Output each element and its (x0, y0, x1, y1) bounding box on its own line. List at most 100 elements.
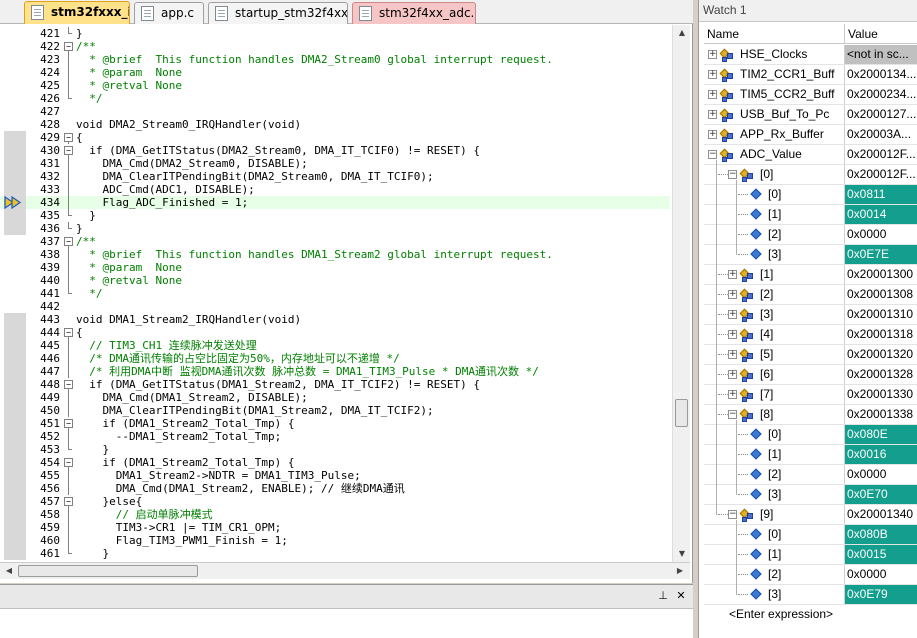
breakpoint-slot[interactable] (4, 274, 26, 287)
horizontal-scroll-thumb[interactable] (18, 565, 198, 577)
breakpoint-slot[interactable] (4, 144, 26, 157)
breakpoint-slot[interactable] (4, 469, 26, 482)
breakpoint-slot[interactable] (4, 430, 26, 443)
watch-item-value[interactable]: 0x20001328 (844, 365, 917, 384)
watch-item-value[interactable]: 0x080E (844, 425, 917, 444)
collapse-icon[interactable]: − (728, 510, 737, 519)
expand-icon[interactable]: + (708, 90, 717, 99)
pin-icon[interactable]: ⊥ (656, 589, 670, 603)
scroll-left-arrow-icon[interactable]: ◀ (1, 563, 17, 578)
collapse-icon[interactable]: − (64, 497, 73, 506)
code-line[interactable]: 423 * @brief This function handles DMA2_… (0, 53, 670, 66)
code-line[interactable]: 437−/** (0, 235, 670, 248)
fold-marker[interactable]: − (64, 131, 73, 144)
watch-item-value[interactable]: 0x200012F... (844, 145, 917, 164)
breakpoint-slot[interactable] (4, 248, 26, 261)
fold-marker[interactable]: − (64, 326, 73, 339)
code-line[interactable]: 447 /* 利用DMA中断 监视DMA通讯次数 脉冲总数 = DMA1_TIM… (0, 365, 670, 378)
collapse-icon[interactable]: − (64, 42, 73, 51)
watch-item-value[interactable]: 0x20001300 (844, 265, 917, 284)
watch-row[interactable]: + [7] 0x20001330 (704, 385, 917, 405)
watch-item-value[interactable]: 0x20001340 (844, 505, 917, 524)
breakpoint-slot[interactable] (4, 183, 26, 196)
watch-item-value[interactable]: 0x2000127... (844, 105, 917, 124)
code-line[interactable]: 448− if (DMA_GetITStatus(DMA1_Stream2, D… (0, 378, 670, 391)
code-line[interactable]: 456 DMA_Cmd(DMA1_Stream2, ENABLE); // 继续… (0, 482, 670, 495)
expand-icon[interactable]: + (728, 270, 737, 279)
code-line[interactable]: 459 TIM3->CR1 |= TIM_CR1_OPM; (0, 521, 670, 534)
code-line[interactable]: 428 void DMA2_Stream0_IRQHandler(void) (0, 118, 670, 131)
breakpoint-slot[interactable] (4, 326, 26, 339)
watch-item-value[interactable]: 0x0000 (844, 465, 917, 484)
fold-marker[interactable]: − (64, 235, 73, 248)
breakpoint-slot[interactable] (4, 378, 26, 391)
watch-row[interactable]: + TIM5_CCR2_Buff 0x2000234... (704, 85, 917, 105)
close-icon[interactable]: ✕ (674, 589, 688, 603)
watch-item-value[interactable]: 0x0015 (844, 545, 917, 564)
scroll-up-arrow-icon[interactable]: ▲ (674, 25, 690, 40)
watch-item-value[interactable]: 0x0E70 (844, 485, 917, 504)
collapse-icon[interactable]: − (64, 458, 73, 467)
vertical-scrollbar[interactable]: ▲ ▼ (672, 25, 690, 562)
watch-row[interactable]: + [6] 0x20001328 (704, 365, 917, 385)
breakpoint-slot[interactable] (4, 66, 26, 79)
fold-marker[interactable]: − (64, 417, 73, 430)
code-area[interactable]: 421} 422−/** 423 * @brief This function ha… (0, 25, 693, 562)
watch-item-value[interactable]: 0x0016 (844, 445, 917, 464)
tab-stm32fxxx-it-c[interactable]: stm32fxxx_it.c (24, 1, 130, 24)
expand-icon[interactable]: + (728, 310, 737, 319)
code-line[interactable]: 444−{ (0, 326, 670, 339)
watch-item-value[interactable]: 0x0811 (844, 185, 917, 204)
code-line[interactable]: 432 DMA_ClearITPendingBit(DMA2_Stream0, … (0, 170, 670, 183)
collapse-icon[interactable]: − (708, 150, 717, 159)
code-line[interactable]: 421} (0, 27, 670, 40)
watch-item-value[interactable]: 0x0014 (844, 205, 917, 224)
vertical-scroll-thumb[interactable] (675, 399, 688, 427)
breakpoint-slot[interactable] (4, 443, 26, 456)
code-line[interactable]: 458 // 启动单脉冲模式 (0, 508, 670, 521)
watch-item-value[interactable]: 0x2000234... (844, 85, 917, 104)
scroll-down-arrow-icon[interactable]: ▼ (674, 546, 690, 561)
expand-icon[interactable]: + (708, 50, 717, 59)
watch-row[interactable]: + [4] 0x20001318 (704, 325, 917, 345)
tab-app-c[interactable]: app.c (134, 2, 204, 24)
watch-row[interactable]: − ADC_Value 0x200012F... (704, 145, 917, 165)
tab-stm32f4xx-adc-h[interactable]: stm32f4xx_adc.h (352, 2, 476, 24)
watch-item-value[interactable]: 0x20001318 (844, 325, 917, 344)
code-line[interactable]: 445 // TIM3_CH1 连续脉冲发送处理 (0, 339, 670, 352)
breakpoint-slot[interactable] (4, 300, 26, 313)
code-line[interactable]: 442 (0, 300, 670, 313)
breakpoint-slot[interactable] (4, 209, 26, 222)
watch-item-value[interactable]: 0x0000 (844, 225, 917, 244)
breakpoint-slot[interactable] (4, 287, 26, 300)
collapse-icon[interactable]: − (64, 328, 73, 337)
code-line[interactable]: 453 } (0, 443, 670, 456)
code-line[interactable]: 446 /* DMA通讯传输的占空比固定为50%，内存地址可以不递增 */ (0, 352, 670, 365)
watch-row[interactable]: + HSE_Clocks <not in sc... (704, 45, 917, 65)
breakpoint-slot[interactable] (4, 170, 26, 183)
code-line[interactable]: 461 } (0, 547, 670, 560)
code-line[interactable]: 455 DMA1_Stream2->NDTR = DMA1_TIM3_Pulse… (0, 469, 670, 482)
breakpoint-slot[interactable] (4, 417, 26, 430)
collapse-icon[interactable]: − (64, 237, 73, 246)
watch-item-value[interactable]: <not in sc... (844, 45, 917, 64)
watch-item-value[interactable]: 0x0000 (844, 565, 917, 584)
breakpoint-slot[interactable] (4, 313, 26, 326)
breakpoint-slot[interactable] (4, 118, 26, 131)
column-value-header[interactable]: Value (844, 24, 917, 44)
watch-item-value[interactable]: 0x2000134... (844, 65, 917, 84)
breakpoint-slot[interactable] (4, 365, 26, 378)
code-line[interactable]: 457− }else{ (0, 495, 670, 508)
breakpoint-slot[interactable] (4, 482, 26, 495)
code-line[interactable]: 425 * @retval None (0, 79, 670, 92)
watch-row[interactable]: + [2] 0x20001308 (704, 285, 917, 305)
code-line[interactable]: 434 Flag_ADC_Finished = 1; (0, 196, 670, 209)
expand-icon[interactable]: + (728, 290, 737, 299)
fold-marker[interactable]: − (64, 495, 73, 508)
collapse-icon[interactable]: − (728, 170, 737, 179)
expand-icon[interactable]: + (728, 350, 737, 359)
breakpoint-slot[interactable] (4, 508, 26, 521)
watch-item-value[interactable]: 0x080B (844, 525, 917, 544)
breakpoint-slot[interactable] (4, 92, 26, 105)
breakpoint-slot[interactable] (4, 131, 26, 144)
